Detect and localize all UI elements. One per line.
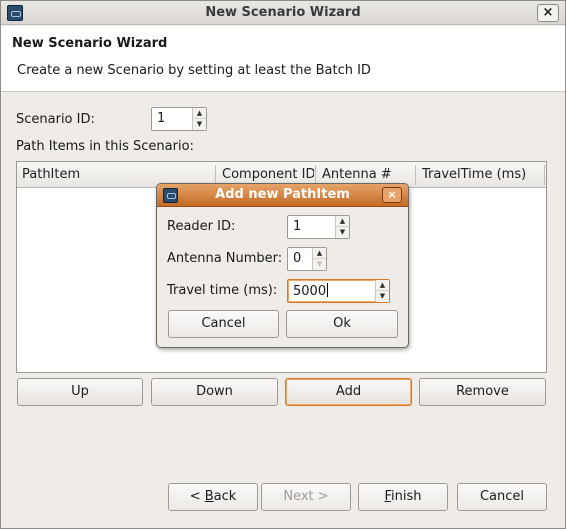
- travel-time-input[interactable]: 5000: [293, 283, 329, 299]
- window-close-button[interactable]: ×: [537, 4, 559, 22]
- column-divider[interactable]: [315, 165, 316, 185]
- antenna-number-spinner[interactable]: 0 ▲ ▼: [287, 247, 327, 271]
- increment-arrow-icon[interactable]: ▲: [193, 108, 206, 119]
- decrement-arrow-icon[interactable]: ▼: [193, 119, 206, 130]
- increment-arrow-icon[interactable]: ▲: [336, 216, 349, 227]
- wizard-cancel-button[interactable]: Cancel: [457, 483, 547, 511]
- dialog-ok-button[interactable]: Ok: [286, 310, 398, 338]
- dialog-title: Add new PathItem: [215, 187, 350, 202]
- column-header-pathitem[interactable]: PathItem: [22, 167, 80, 182]
- antenna-number-label: Antenna Number:: [167, 251, 283, 266]
- path-items-label: Path Items in this Scenario:: [16, 139, 194, 154]
- scenario-id-stepper[interactable]: ▲ ▼: [192, 108, 206, 130]
- travel-time-value: 5000: [293, 284, 327, 299]
- reader-id-label: Reader ID:: [167, 219, 236, 234]
- dialog-cancel-button[interactable]: Cancel: [168, 310, 279, 338]
- column-header-component-id[interactable]: Component ID: [222, 167, 314, 182]
- back-button[interactable]: < Back: [168, 483, 258, 511]
- antenna-number-stepper[interactable]: ▲ ▼: [312, 248, 326, 270]
- back-button-suffix: ack: [213, 489, 237, 504]
- finish-button[interactable]: Finish: [358, 483, 448, 511]
- column-header-antenna[interactable]: Antenna #: [322, 167, 392, 182]
- reader-id-value[interactable]: 1: [293, 219, 301, 234]
- remove-button[interactable]: Remove: [419, 378, 546, 406]
- window-titlebar[interactable]: New Scenario Wizard ×: [1, 1, 565, 25]
- back-button-prefix: <: [189, 489, 205, 504]
- column-divider[interactable]: [415, 165, 416, 185]
- scenario-id-label: Scenario ID:: [16, 112, 95, 127]
- dialog-close-button[interactable]: ×: [382, 187, 402, 203]
- increment-arrow-icon[interactable]: ▲: [376, 280, 389, 291]
- decrement-arrow-icon[interactable]: ▼: [336, 227, 349, 238]
- up-button[interactable]: Up: [17, 378, 143, 406]
- dialog-titlebar[interactable]: Add new PathItem ×: [157, 184, 408, 207]
- window-title: New Scenario Wizard: [205, 5, 361, 20]
- scenario-id-value[interactable]: 1: [157, 111, 165, 126]
- travel-time-stepper[interactable]: ▲ ▼: [375, 280, 389, 302]
- wizard-page-title: New Scenario Wizard: [12, 36, 168, 51]
- wizard-page-description: Create a new Scenario by setting at leas…: [17, 63, 371, 78]
- reader-id-stepper[interactable]: ▲ ▼: [335, 216, 349, 238]
- reader-id-spinner[interactable]: 1 ▲ ▼: [287, 215, 350, 239]
- column-header-traveltime[interactable]: TravelTime (ms): [422, 167, 526, 182]
- finish-button-suffix: inish: [391, 489, 422, 504]
- down-button[interactable]: Down: [151, 378, 278, 406]
- travel-time-spinner[interactable]: 5000 ▲ ▼: [287, 279, 390, 303]
- text-caret: [327, 283, 329, 297]
- decrement-arrow-icon[interactable]: ▼: [313, 259, 326, 270]
- add-pathitem-dialog: Add new PathItem × Reader ID: 1 ▲ ▼ Ante…: [156, 183, 409, 348]
- scenario-id-spinner[interactable]: 1 ▲ ▼: [151, 107, 207, 131]
- travel-time-label: Travel time (ms):: [167, 283, 278, 298]
- increment-arrow-icon[interactable]: ▲: [313, 248, 326, 259]
- back-button-mnemonic: B: [204, 489, 214, 504]
- wizard-header: New Scenario Wizard Create a new Scenari…: [1, 26, 565, 92]
- column-divider[interactable]: [215, 165, 216, 185]
- column-divider[interactable]: [544, 165, 545, 185]
- decrement-arrow-icon[interactable]: ▼: [376, 291, 389, 302]
- add-button[interactable]: Add: [285, 378, 412, 406]
- next-button[interactable]: Next >: [261, 483, 351, 511]
- wizard-window: New Scenario Wizard × New Scenario Wizar…: [0, 0, 566, 529]
- antenna-number-value[interactable]: 0: [293, 251, 301, 266]
